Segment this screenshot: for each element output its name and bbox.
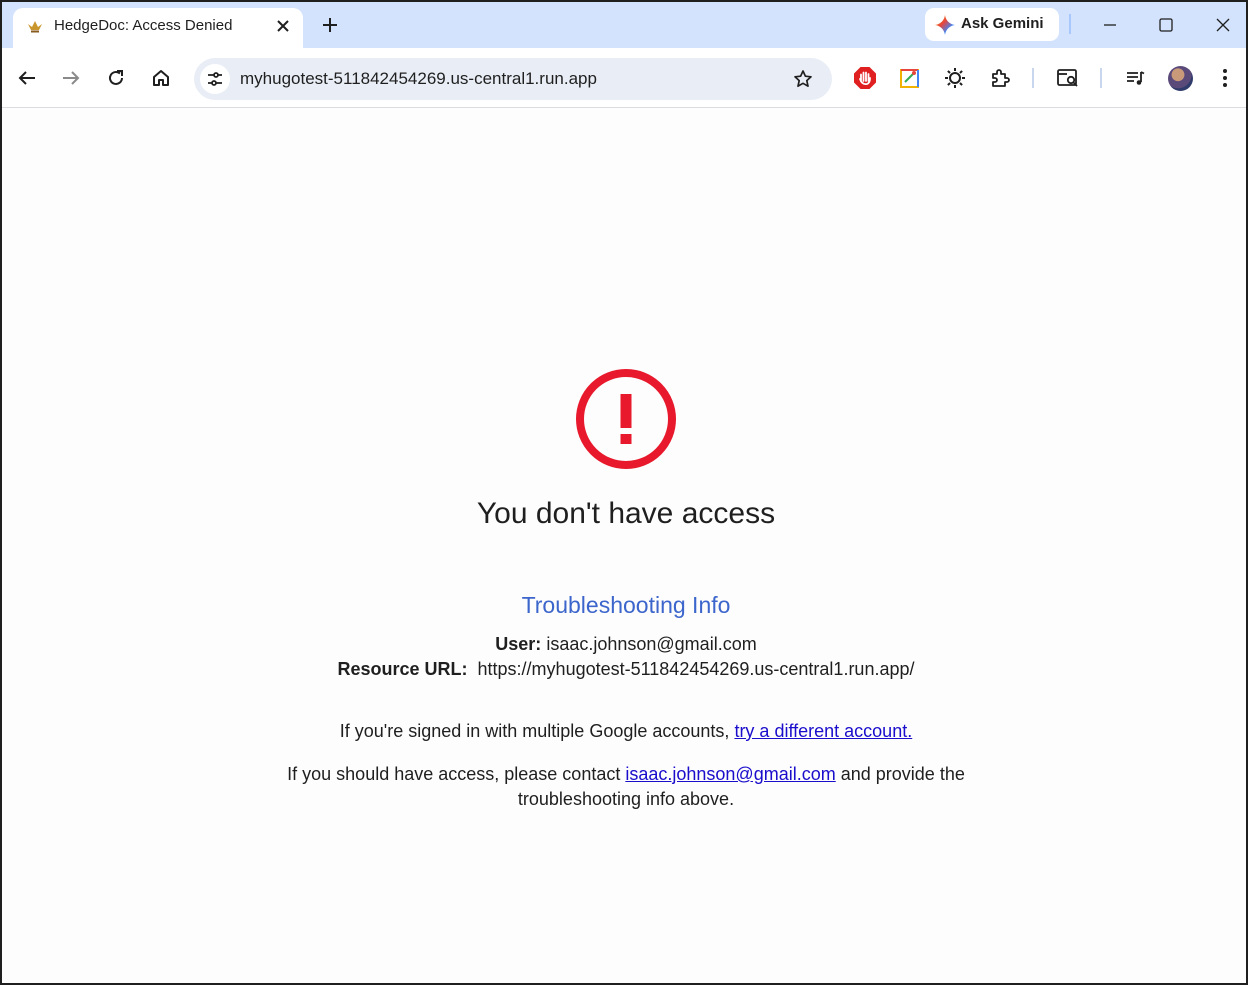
divider xyxy=(1100,68,1102,88)
sun-icon xyxy=(945,68,965,88)
color-picker-extension-button[interactable] xyxy=(897,65,923,91)
contact-text-after: and provide the xyxy=(840,764,965,784)
profile-avatar[interactable] xyxy=(1168,66,1193,91)
reload-button[interactable] xyxy=(101,63,131,93)
user-info-line: User: isaac.johnson@gmail.com xyxy=(2,634,1246,655)
gemini-sparkle-icon xyxy=(935,15,955,35)
back-button[interactable] xyxy=(12,63,42,93)
window-close-button[interactable] xyxy=(1208,10,1238,40)
minimize-icon xyxy=(1104,24,1116,26)
try-different-account-link[interactable]: try a different account. xyxy=(734,721,912,741)
user-value: isaac.johnson@gmail.com xyxy=(546,634,757,654)
resource-info-line: Resource URL: https://myhugotest-5118424… xyxy=(2,659,1246,680)
multi-account-paragraph: If you're signed in with multiple Google… xyxy=(2,719,1246,744)
tune-icon xyxy=(208,72,222,86)
page-content: You don't have access Troubleshooting In… xyxy=(2,108,1246,983)
contact-paragraph: If you should have access, please contac… xyxy=(2,762,1246,812)
contact-email-link[interactable]: isaac.johnson@gmail.com xyxy=(625,764,835,784)
media-control-icon xyxy=(1127,71,1145,85)
reload-icon xyxy=(109,70,123,85)
divider xyxy=(1069,14,1071,34)
forward-arrow-icon xyxy=(63,71,80,85)
tab-title: HedgeDoc: Access Denied xyxy=(54,17,233,34)
divider xyxy=(1032,68,1034,88)
sun-extension-button[interactable] xyxy=(942,65,968,91)
site-info-button[interactable] xyxy=(200,64,230,94)
puzzle-icon xyxy=(992,69,1010,87)
more-vertical-icon xyxy=(1223,69,1227,87)
crown-icon xyxy=(28,21,42,33)
bookmark-button[interactable] xyxy=(792,68,814,90)
close-icon xyxy=(1216,18,1230,32)
minimize-button[interactable] xyxy=(1095,10,1125,40)
star-icon xyxy=(794,70,812,88)
forward-button[interactable] xyxy=(56,63,86,93)
address-bar[interactable]: myhugotest-511842454269.us-central1.run.… xyxy=(194,58,832,100)
stop-sign-icon xyxy=(854,67,876,89)
adblock-extension-button[interactable] xyxy=(852,65,878,91)
color-picker-icon xyxy=(900,69,919,88)
maximize-button[interactable] xyxy=(1151,10,1181,40)
browser-window: HedgeDoc: Access Denied Ask Gemini myhug… xyxy=(0,0,1248,985)
ask-gemini-button[interactable]: Ask Gemini xyxy=(925,8,1059,41)
home-icon xyxy=(153,70,169,86)
tab-close-button[interactable] xyxy=(271,14,295,38)
browser-toolbar: myhugotest-511842454269.us-central1.run.… xyxy=(2,48,1246,108)
resource-value: https://myhugotest-511842454269.us-centr… xyxy=(477,659,915,679)
contact-text-before: If you should have access, please contac… xyxy=(287,764,621,784)
multi-account-text: If you're signed in with multiple Google… xyxy=(339,721,730,741)
maximize-icon xyxy=(1159,18,1173,32)
tab-hedgedoc[interactable]: HedgeDoc: Access Denied xyxy=(13,8,303,48)
tab-search-icon xyxy=(1057,69,1078,87)
page-title: You don't have access xyxy=(476,497,776,530)
close-icon xyxy=(277,20,289,32)
plus-icon xyxy=(323,18,337,32)
contact-text-line2: troubleshooting info above. xyxy=(517,789,735,809)
new-tab-button[interactable] xyxy=(316,11,344,39)
media-control-button[interactable] xyxy=(1122,65,1148,91)
resource-label: Resource URL: xyxy=(337,659,468,679)
alert-icon xyxy=(576,369,676,469)
extensions-button[interactable] xyxy=(988,65,1014,91)
troubleshooting-title: Troubleshooting Info xyxy=(521,592,731,618)
tab-strip: HedgeDoc: Access Denied Ask Gemini xyxy=(2,2,1246,48)
home-button[interactable] xyxy=(146,63,176,93)
browser-menu-button[interactable] xyxy=(1210,63,1240,93)
back-arrow-icon xyxy=(18,71,35,85)
url-text[interactable]: myhugotest-511842454269.us-central1.run.… xyxy=(240,69,597,89)
user-label: User: xyxy=(495,634,542,654)
ask-gemini-label: Ask Gemini xyxy=(961,15,1044,32)
tab-search-button[interactable] xyxy=(1055,65,1081,91)
